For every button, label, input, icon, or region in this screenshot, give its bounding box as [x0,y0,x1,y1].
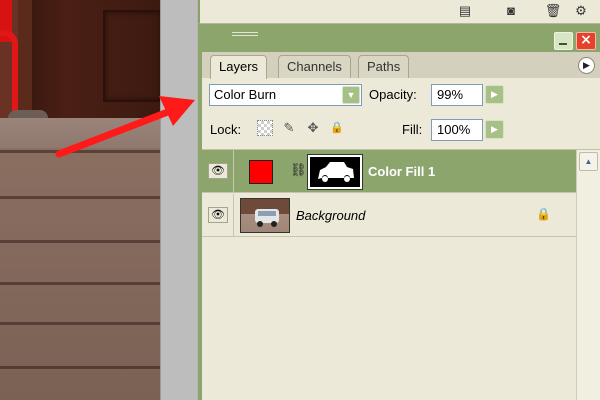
opacity-label: Opacity: [369,87,417,102]
tab-layers[interactable]: Layers [210,55,268,79]
eye-icon[interactable]: 👁 [208,207,228,223]
blend-row: Color Burn ▼ Opacity: 99% ▶ [202,80,600,110]
layers-panel: × Layers Channels Paths ▶ Color Burn ▼ O… [198,28,600,400]
photo-canvas [0,0,160,400]
layer-name[interactable]: Color Fill 1 [368,150,435,193]
lock-row: Lock: ✎ ✥ 🔒 Fill: 100% ▶ [202,118,600,144]
fill-color-thumbnail[interactable] [249,160,273,184]
trash-icon[interactable]: 🗑 [544,3,562,19]
blend-mode-value: Color Burn [214,87,277,102]
layer-row-color-fill[interactable]: 👁 ⛓ Color Fill 1 [202,150,576,193]
fill-slider-button[interactable]: ▶ [485,120,504,139]
door-frame [18,0,32,125]
lock-all-icon[interactable]: 🔒 [329,120,345,136]
layers-toolbar-strip: ▤ ◙ 🗑 ⚙ [198,0,600,24]
tab-channels[interactable]: Channels [278,55,351,78]
move-icon[interactable]: ✥ [305,120,321,136]
close-button[interactable]: × [576,32,596,50]
layers-scrollbar[interactable]: ▲ [576,150,600,400]
fill-label: Fill: [402,122,423,137]
opacity-slider-button[interactable]: ▶ [485,85,504,104]
blend-mode-select[interactable]: Color Burn ▼ [209,84,362,106]
chevron-down-icon[interactable]: ▼ [342,86,360,104]
camera-icon[interactable]: ◙ [502,3,520,19]
layer-name[interactable]: Background [296,194,365,237]
annotation-arrow [55,96,195,158]
layer-thumbnail[interactable] [240,198,290,233]
fill-input[interactable]: 100% [431,119,483,141]
tabs-bar: Layers Channels Paths ▶ [202,52,600,79]
lock-icons: ✎ ✥ 🔒 [257,120,357,138]
workspace-gap [160,0,197,400]
visibility-cell[interactable]: 👁 [202,194,234,237]
layers-list: 👁 ⛓ Color Fill 1 👁 Background 🔒 [202,150,576,400]
door-panel [103,10,160,102]
panel-titlebar[interactable]: × [202,30,600,52]
floor-plank [0,322,160,325]
link-icon[interactable]: ⛓ [290,162,307,180]
drag-grip[interactable] [232,32,258,36]
floor-plank [0,282,160,285]
floor-plank [0,366,160,369]
floor-plank [0,196,160,199]
minimize-button[interactable] [554,32,573,50]
layer-row-background[interactable]: 👁 Background 🔒 [202,194,576,237]
lock-transparency-icon[interactable] [257,120,273,136]
brush-icon[interactable]: ✎ [281,120,297,136]
tab-paths[interactable]: Paths [358,55,410,78]
lock-label: Lock: [210,122,242,137]
scroll-up-button[interactable]: ▲ [579,152,598,171]
floor-plank [0,240,160,243]
layer-mask-thumbnail[interactable] [307,154,363,190]
panel-menu-button[interactable]: ▶ [578,57,595,74]
lock-icon: 🔒 [536,207,551,221]
settings-icon[interactable]: ⚙ [572,3,590,19]
visibility-cell[interactable]: 👁 [202,150,234,193]
opacity-input[interactable]: 99% [431,84,483,106]
new-set-icon[interactable]: ▤ [456,3,474,19]
eye-icon[interactable]: 👁 [208,163,228,179]
